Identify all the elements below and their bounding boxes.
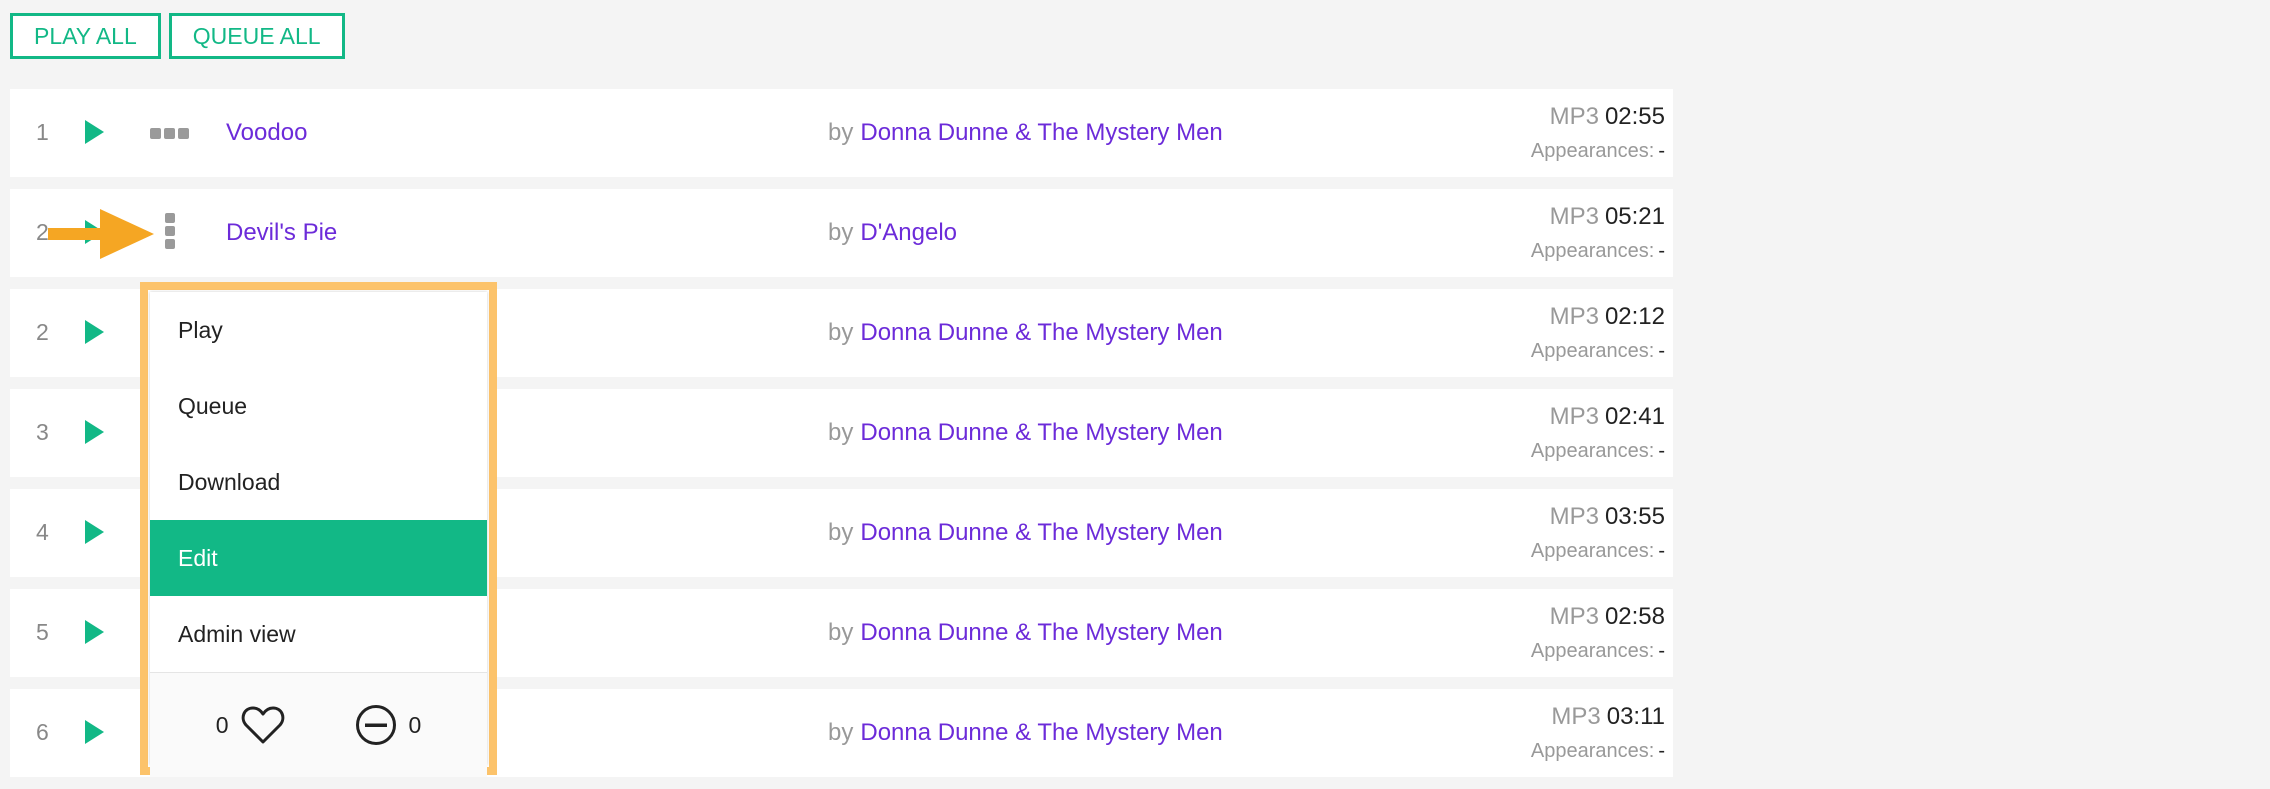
more-vertical-icon[interactable] xyxy=(165,213,175,249)
appearances-value: - xyxy=(1658,340,1665,362)
artist-link[interactable]: Donna Dunne & The Mystery Men xyxy=(860,719,1222,746)
menu-item-admin-view[interactable]: Admin view xyxy=(150,596,487,672)
menu-item-play[interactable]: Play xyxy=(150,292,487,368)
track-meta: MP3 02:12 Appearances: - xyxy=(1531,303,1665,363)
menu-item-download[interactable]: Download xyxy=(150,444,487,520)
menu-feedback: 0 0 xyxy=(150,672,487,777)
track-title[interactable]: Voodoo xyxy=(226,119,307,147)
duration: 02:12 xyxy=(1604,303,1665,330)
track-number: 4 xyxy=(36,519,49,545)
like-count: 0 xyxy=(215,711,229,738)
track-title[interactable]: Devil's Pie xyxy=(226,219,337,247)
duration: 05:21 xyxy=(1604,203,1665,230)
track-artist-line: by Donna Dunne & The Mystery Men xyxy=(828,619,1223,647)
duration: 02:41 xyxy=(1604,403,1665,430)
track-row: 2 Devil's Pie by D'Angelo MP3 05:21 Appear… xyxy=(10,189,1673,277)
track-artist-line: by Donna Dunne & The Mystery Men xyxy=(828,519,1223,547)
duration: 02:58 xyxy=(1604,603,1665,630)
artist-link[interactable]: Donna Dunne & The Mystery Men xyxy=(860,119,1222,146)
duration: 03:11 xyxy=(1606,703,1665,730)
by-label: by xyxy=(828,319,854,346)
heart-icon[interactable] xyxy=(241,705,285,745)
play-all-button[interactable]: PLAY ALL xyxy=(10,13,161,59)
play-icon[interactable] xyxy=(85,120,104,144)
menu-item-edit[interactable]: Edit xyxy=(150,520,487,596)
track-context-menu: Play Queue Download Edit Admin view 0 0 xyxy=(140,282,497,777)
track-artist-line: by Donna Dunne & The Mystery Men xyxy=(828,719,1223,747)
artist-link[interactable]: Donna Dunne & The Mystery Men xyxy=(860,419,1222,446)
play-icon[interactable] xyxy=(85,520,104,544)
duration: 02:55 xyxy=(1604,103,1665,130)
appearances-label: Appearances: xyxy=(1530,740,1655,762)
format-label: MP3 xyxy=(1549,403,1599,430)
appearances-label: Appearances: xyxy=(1530,340,1655,362)
track-meta: MP3 03:55 Appearances: - xyxy=(1531,503,1665,563)
format-label: MP3 xyxy=(1549,303,1599,330)
track-row: 1 Voodoo by Donna Dunne & The Mystery Men… xyxy=(10,89,1673,177)
track-number: 3 xyxy=(36,419,49,445)
play-icon[interactable] xyxy=(85,420,104,444)
track-number: 2 xyxy=(36,319,49,345)
artist-link[interactable]: Donna Dunne & The Mystery Men xyxy=(860,619,1222,646)
artist-link[interactable]: Donna Dunne & The Mystery Men xyxy=(860,519,1222,546)
format-label: MP3 xyxy=(1549,503,1599,530)
appearances-label: Appearances: xyxy=(1530,440,1655,462)
by-label: by xyxy=(828,419,854,446)
format-label: MP3 xyxy=(1549,603,1599,630)
more-horizontal-icon[interactable] xyxy=(150,128,189,139)
minus-circle-icon[interactable] xyxy=(355,704,397,746)
toolbar: PLAY ALL QUEUE ALL xyxy=(10,13,345,59)
like-group: 0 xyxy=(216,705,285,745)
track-meta: MP3 02:55 Appearances: - xyxy=(1531,103,1665,163)
by-label: by xyxy=(828,719,854,746)
appearances-value: - xyxy=(1658,240,1665,262)
appearances-value: - xyxy=(1658,140,1665,162)
play-icon[interactable] xyxy=(85,320,104,344)
play-icon[interactable] xyxy=(85,620,104,644)
format-label: MP3 xyxy=(1551,703,1601,730)
format-label: MP3 xyxy=(1549,203,1599,230)
track-meta: MP3 02:41 Appearances: - xyxy=(1531,403,1665,463)
track-artist-line: by Donna Dunne & The Mystery Men xyxy=(828,419,1223,447)
artist-link[interactable]: Donna Dunne & The Mystery Men xyxy=(860,319,1222,346)
by-label: by xyxy=(828,219,854,246)
appearances-label: Appearances: xyxy=(1530,640,1655,662)
track-number: 1 xyxy=(36,119,49,145)
track-artist-line: by Donna Dunne & The Mystery Men xyxy=(828,119,1223,147)
track-artist-line: by Donna Dunne & The Mystery Men xyxy=(828,319,1223,347)
appearances-value: - xyxy=(1658,740,1665,762)
menu-item-queue[interactable]: Queue xyxy=(150,368,487,444)
appearances-value: - xyxy=(1658,440,1665,462)
appearances-label: Appearances: xyxy=(1530,240,1655,262)
track-meta: MP3 02:58 Appearances: - xyxy=(1531,603,1665,663)
artist-link[interactable]: D'Angelo xyxy=(860,219,957,246)
dislike-count: 0 xyxy=(408,711,422,738)
track-artist-line: by D'Angelo xyxy=(828,219,957,247)
track-meta: MP3 05:21 Appearances: - xyxy=(1531,203,1665,263)
appearances-label: Appearances: xyxy=(1530,140,1655,162)
duration: 03:55 xyxy=(1604,503,1665,530)
track-number: 5 xyxy=(36,619,49,645)
play-icon[interactable] xyxy=(85,720,104,744)
by-label: by xyxy=(828,619,854,646)
queue-all-button[interactable]: QUEUE ALL xyxy=(168,13,345,59)
appearances-value: - xyxy=(1658,640,1665,662)
track-meta: MP3 03:11 Appearances: - xyxy=(1531,703,1665,763)
arrow-right-icon xyxy=(48,209,154,259)
format-label: MP3 xyxy=(1549,103,1599,130)
by-label: by xyxy=(828,119,854,146)
by-label: by xyxy=(828,519,854,546)
appearances-label: Appearances: xyxy=(1530,540,1655,562)
appearances-value: - xyxy=(1658,540,1665,562)
track-number: 6 xyxy=(36,719,49,745)
dislike-group: 0 xyxy=(355,704,422,746)
